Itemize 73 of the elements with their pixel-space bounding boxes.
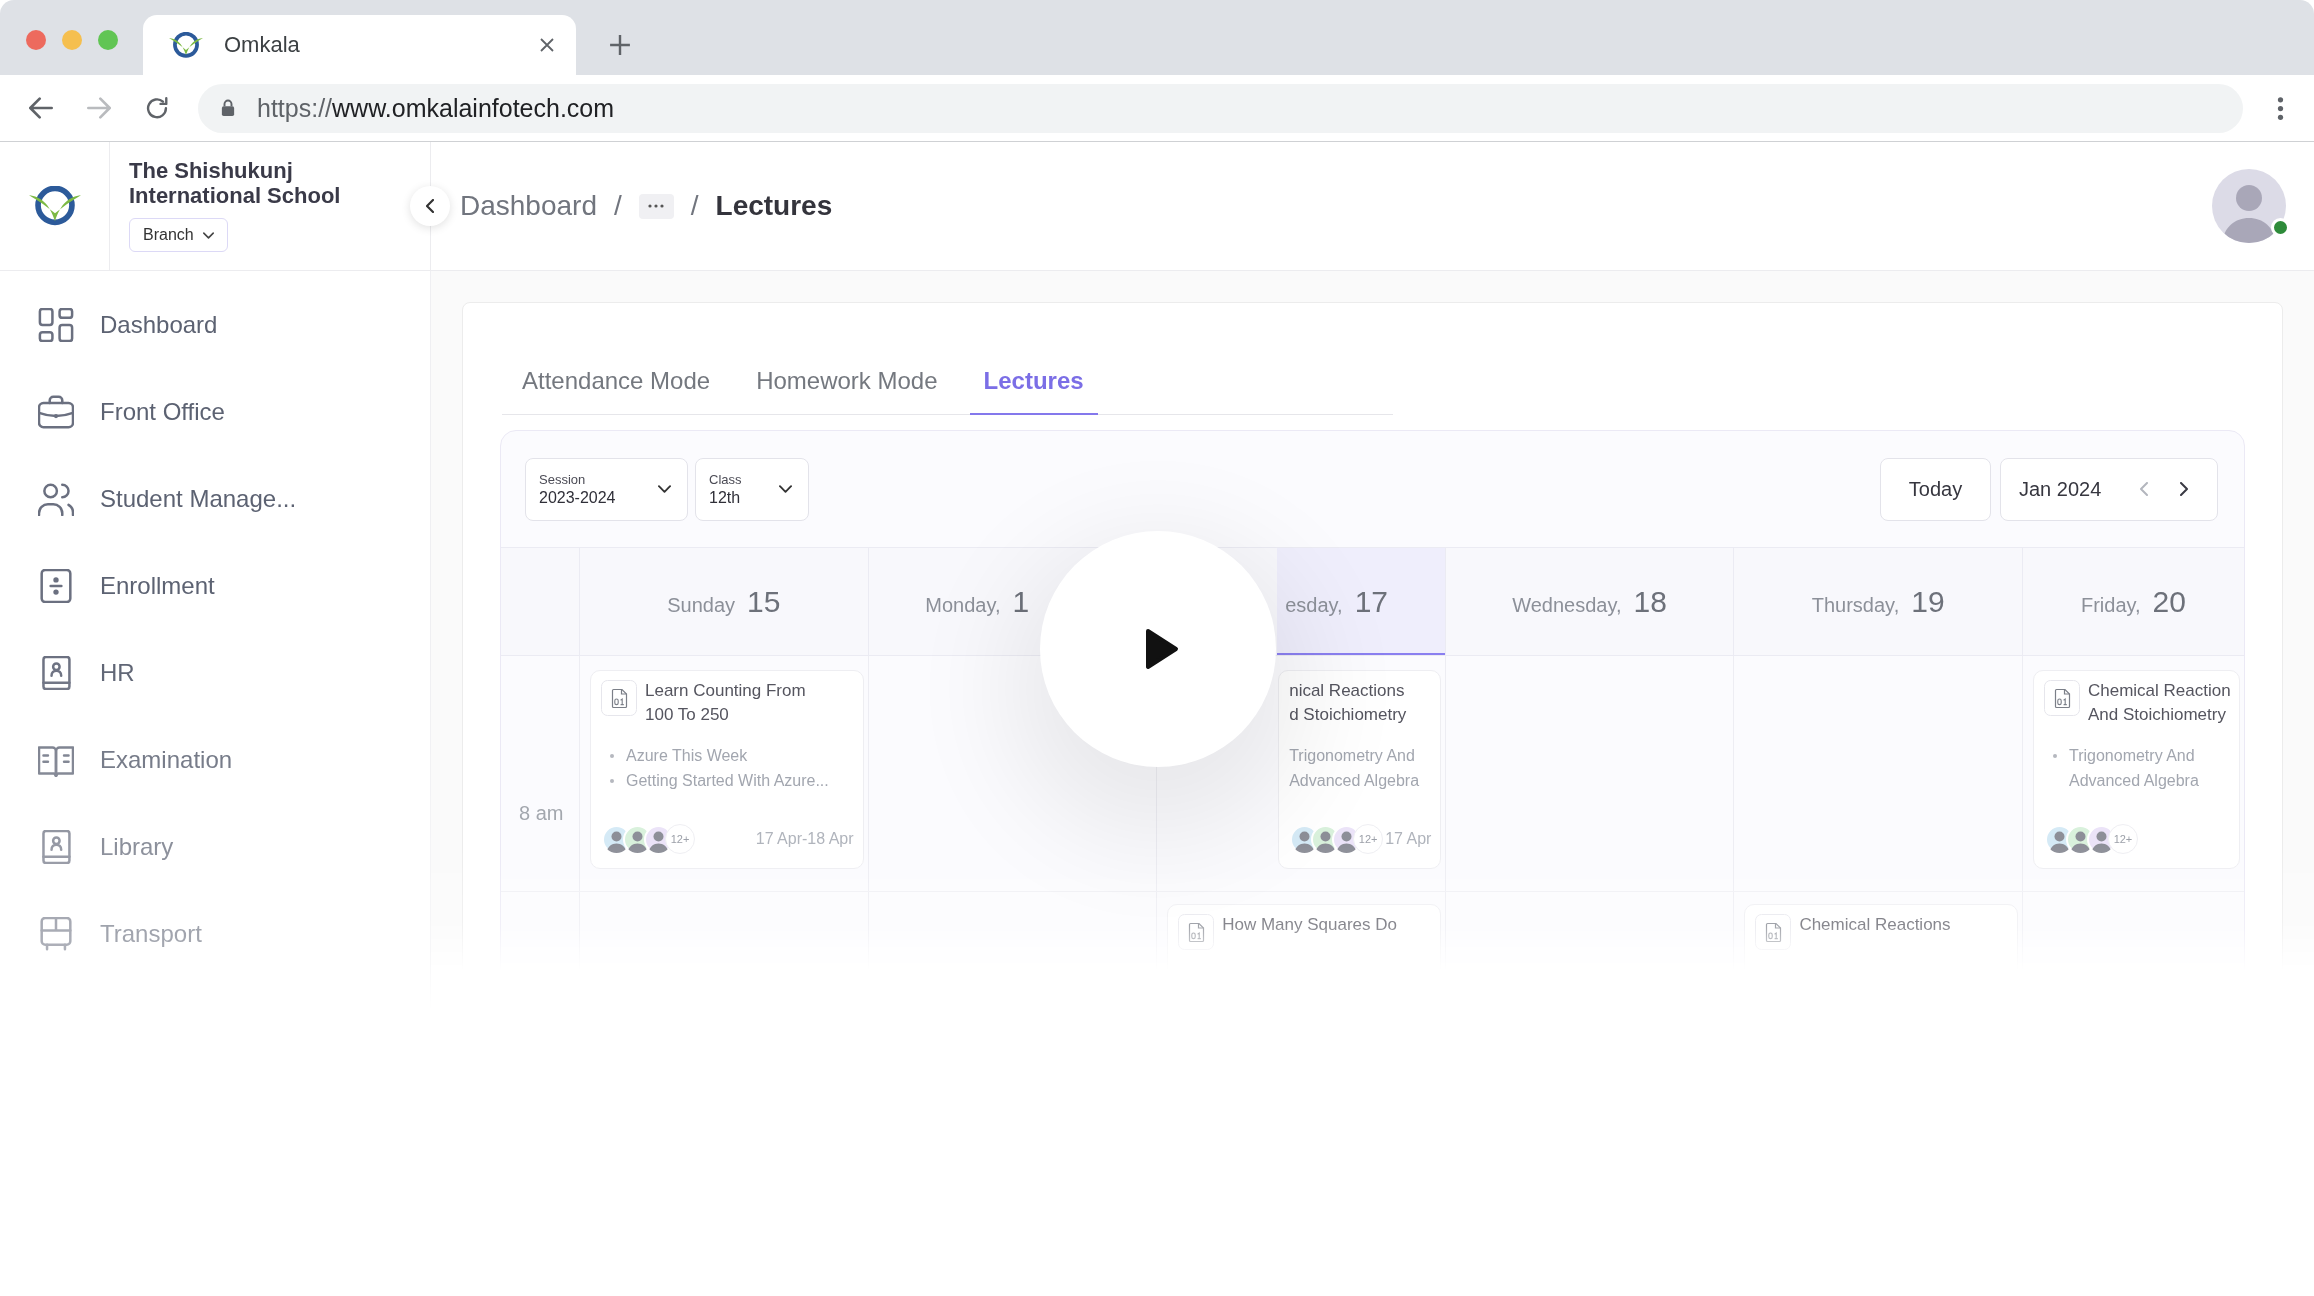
breadcrumb-current: Lectures (715, 190, 833, 222)
day-header[interactable]: Monday, 1 (867, 548, 1038, 655)
event-topic: Trigonometry And Advanced Algebra (1289, 746, 1421, 791)
time-label: 8 am (519, 802, 564, 824)
forward-arrow-icon (87, 97, 111, 119)
breadcrumb-separator: / (614, 190, 622, 222)
sidebar-item[interactable]: Examination (0, 716, 430, 803)
breadcrumb-more-button[interactable] (638, 193, 674, 219)
sidebar-item[interactable]: Transport (0, 890, 430, 977)
divide-icon (38, 568, 74, 603)
users-icon (38, 481, 74, 516)
menu-icon[interactable] (2277, 95, 2284, 121)
sidebar-item[interactable]: Library (0, 803, 430, 890)
event-card[interactable]: Learn Counting From 100 To 250 Azure This Week Getting Started With Azure... 12+ 17 Apr-18 Apr (590, 670, 864, 869)
event-date: 17 Apr (1384, 830, 1432, 848)
tab[interactable]: Attendance Mode (508, 349, 725, 415)
browser-tab[interactable]: Omkala (143, 15, 576, 75)
sidebar-item[interactable]: Student Manage... (0, 455, 430, 542)
event-title: Chemical Reactions (1799, 914, 1951, 936)
play-icon (1145, 628, 1179, 670)
sidebar-item[interactable]: HR (0, 629, 430, 716)
profile-avatar[interactable] (2212, 169, 2286, 243)
window-close-button[interactable] (26, 30, 46, 50)
day-header[interactable]: Wednesday, 18 (1444, 548, 1734, 655)
day-header[interactable]: esday, 17 (1277, 548, 1445, 655)
briefcase-icon (38, 394, 74, 429)
reload-button[interactable] (144, 95, 170, 121)
logo-icon (28, 185, 81, 227)
day-header[interactable]: Thursday, 19 (1733, 548, 2022, 655)
breadcrumb-separator: / (690, 190, 699, 222)
lock-icon (221, 99, 235, 117)
sidebar-item[interactable]: Front Office (0, 368, 430, 455)
close-icon[interactable] (539, 37, 555, 53)
filter-dropdown[interactable]: Class 12th (695, 457, 809, 521)
reload-icon (145, 97, 169, 119)
back-button[interactable] (28, 95, 54, 121)
back-arrow-icon (29, 97, 53, 119)
filter-dropdown[interactable]: Session 2023-2024 (525, 457, 688, 521)
event-title: Chemical Reaction And Stoichiometry (2087, 680, 2231, 726)
today-button[interactable]: Today (1880, 457, 1991, 521)
day-header[interactable]: Friday, 20 (2021, 548, 2244, 655)
chevron-down-icon (658, 485, 671, 493)
event-card[interactable]: Chemical Reaction And Stoichiometry Trigonometry And Advanced Algebra 12+ (2032, 670, 2240, 869)
sidebar-item[interactable]: Dashboard (0, 281, 430, 368)
url-text: https://www.omkalainfotech.com (257, 93, 615, 123)
chevron-left-icon (2140, 482, 2148, 496)
day-header[interactable]: Sunday 15 (579, 548, 868, 655)
breadcrumb-link[interactable]: Dashboard (460, 190, 597, 222)
collapse-button[interactable] (410, 186, 450, 226)
new-tab-icon[interactable] (609, 34, 631, 56)
chevron-down-icon (202, 231, 214, 239)
event-card[interactable]: nical Reactions d Stoichiometry Trigonometry And Advanced Algebra 12+ 17 Apr (1278, 670, 1441, 869)
sidebar-item[interactable]: Enrollment (0, 542, 430, 629)
event-title: nical Reactions d Stoichiometry (1289, 680, 1407, 726)
grid-icon (38, 307, 74, 342)
address-bar[interactable]: https://www.omkalainfotech.com (198, 83, 2243, 133)
school-name: The Shishukunj International School (129, 158, 342, 208)
tab[interactable]: Homework Mode (742, 349, 952, 415)
event-topic: Getting Started With Azure... (626, 771, 829, 791)
event-title: Learn Counting From 100 To 250 (645, 680, 806, 726)
tab[interactable]: Lectures (969, 349, 1098, 415)
event-title: How Many Squares Do (1222, 914, 1397, 936)
chevron-right-icon (2180, 482, 2188, 496)
chevron-left-icon (426, 199, 434, 213)
chevron-down-icon (779, 485, 792, 493)
more-icon (648, 204, 665, 208)
month-label: Jan 2024 (2019, 477, 2102, 501)
event-topic: Trigonometry And Advanced Algebra (2068, 746, 2200, 791)
event-topic: Azure This Week (626, 746, 748, 766)
event-date: 17 Apr-18 Apr (754, 830, 854, 848)
bus-icon (38, 916, 74, 951)
logo-icon (169, 31, 203, 59)
branch-dropdown[interactable]: Branch (129, 218, 228, 252)
